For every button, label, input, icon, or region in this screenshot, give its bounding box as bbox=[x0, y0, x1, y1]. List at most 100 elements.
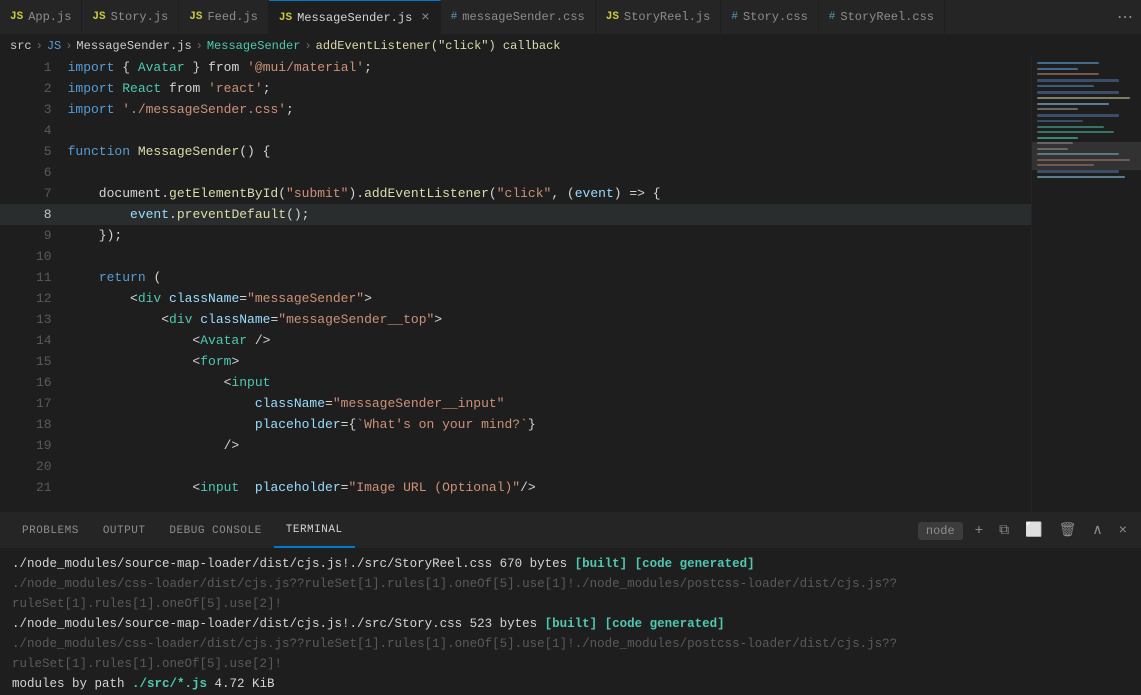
line-number: 9 bbox=[0, 225, 68, 246]
breadcrumb-js: JS bbox=[47, 39, 61, 53]
trash-icon[interactable]: 🗑 bbox=[1055, 520, 1081, 541]
table-row: 14 <Avatar /> bbox=[0, 330, 1031, 351]
table-row: 8 event.preventDefault(); bbox=[0, 204, 1031, 225]
js-icon: JS bbox=[10, 11, 23, 23]
hash-icon: # bbox=[451, 11, 458, 23]
tab-label: Story.js bbox=[111, 10, 169, 24]
code-editor[interactable]: 1 import { Avatar } from '@mui/material'… bbox=[0, 57, 1031, 512]
bottom-panel: PROBLEMS OUTPUT DEBUG CONSOLE TERMINAL n… bbox=[0, 512, 1141, 695]
terminal-content[interactable]: ./node_modules/source-map-loader/dist/cj… bbox=[0, 548, 1141, 695]
line-number: 5 bbox=[0, 141, 68, 162]
table-row: 6 bbox=[0, 162, 1031, 183]
table-row: 4 bbox=[0, 120, 1031, 141]
table-row: 10 bbox=[0, 246, 1031, 267]
tab-label: StoryReel.js bbox=[624, 10, 710, 24]
line-number: 17 bbox=[0, 393, 68, 414]
line-content: <Avatar /> bbox=[68, 330, 1031, 351]
tab-storyreel-css[interactable]: # StoryReel.css bbox=[819, 0, 945, 35]
line-number: 19 bbox=[0, 435, 68, 456]
tab-label: Story.css bbox=[743, 10, 808, 24]
line-content: <div className="messageSender__top"> bbox=[68, 309, 1031, 330]
breadcrumb: src › JS › MessageSender.js › MessageSen… bbox=[0, 35, 1141, 57]
table-row: 15 <form> bbox=[0, 351, 1031, 372]
line-content: event.preventDefault(); bbox=[68, 204, 1031, 225]
minimap[interactable] bbox=[1031, 57, 1141, 512]
tab-messagesender-js[interactable]: JS MessageSender.js × bbox=[269, 0, 441, 35]
js-icon: JS bbox=[189, 11, 202, 23]
tab-bar: JS App.js JS Story.js JS Feed.js JS Mess… bbox=[0, 0, 1141, 35]
line-content: }); bbox=[68, 225, 1031, 246]
line-number: 10 bbox=[0, 246, 68, 267]
tab-output[interactable]: OUTPUT bbox=[91, 513, 158, 548]
table-row: 1 import { Avatar } from '@mui/material'… bbox=[0, 57, 1031, 78]
line-content: document.getElementById("submit").addEve… bbox=[68, 183, 1031, 204]
panel-tabs: PROBLEMS OUTPUT DEBUG CONSOLE TERMINAL n… bbox=[0, 513, 1141, 548]
line-number: 12 bbox=[0, 288, 68, 309]
tab-story-js[interactable]: JS Story.js bbox=[82, 0, 179, 35]
line-number: 15 bbox=[0, 351, 68, 372]
split-terminal-button[interactable]: ⧉ bbox=[995, 521, 1013, 541]
tab-label: App.js bbox=[28, 10, 71, 24]
minimap-content bbox=[1032, 57, 1141, 512]
line-content bbox=[68, 246, 1031, 267]
line-content: function MessageSender() { bbox=[68, 141, 1031, 162]
chevron-up-icon[interactable]: ∧ bbox=[1088, 520, 1106, 541]
tab-label: Feed.js bbox=[207, 10, 257, 24]
line-number: 21 bbox=[0, 477, 68, 498]
table-row: 20 bbox=[0, 456, 1031, 477]
maximize-panel-button[interactable]: ⬜ bbox=[1021, 520, 1046, 541]
table-row: 13 <div className="messageSender__top"> bbox=[0, 309, 1031, 330]
add-terminal-button[interactable]: + bbox=[971, 521, 987, 541]
terminal-line: ./node_modules/source-map-loader/dist/cj… bbox=[12, 614, 1129, 634]
line-content: /> bbox=[68, 435, 1031, 456]
table-row: 7 document.getElementById("submit").addE… bbox=[0, 183, 1031, 204]
tab-overflow-button[interactable]: ⋯ bbox=[1109, 0, 1141, 34]
tab-label: messageSender.css bbox=[462, 10, 584, 24]
table-row: 12 <div className="messageSender"> bbox=[0, 288, 1031, 309]
js-icon: JS bbox=[279, 12, 292, 24]
tab-label: StoryReel.css bbox=[840, 10, 934, 24]
line-content: <div className="messageSender"> bbox=[68, 288, 1031, 309]
hash-icon: # bbox=[829, 11, 836, 23]
line-content: placeholder={`What's on your mind?`} bbox=[68, 414, 1031, 435]
code-table: 1 import { Avatar } from '@mui/material'… bbox=[0, 57, 1031, 498]
terminal-line: ./node_modules/css-loader/dist/cjs.js??r… bbox=[12, 574, 1129, 614]
tab-story-css[interactable]: # Story.css bbox=[721, 0, 818, 35]
table-row: 9 }); bbox=[0, 225, 1031, 246]
breadcrumb-file: MessageSender.js bbox=[76, 39, 191, 53]
line-number: 13 bbox=[0, 309, 68, 330]
tab-terminal[interactable]: TERMINAL bbox=[274, 513, 355, 548]
table-row: 19 /> bbox=[0, 435, 1031, 456]
line-content bbox=[68, 162, 1031, 183]
line-number: 18 bbox=[0, 414, 68, 435]
line-content: <input bbox=[68, 372, 1031, 393]
line-number: 3 bbox=[0, 99, 68, 120]
tab-feed-js[interactable]: JS Feed.js bbox=[179, 0, 269, 35]
tab-debug-console[interactable]: DEBUG CONSOLE bbox=[157, 513, 273, 548]
line-content: className="messageSender__input" bbox=[68, 393, 1031, 414]
line-number: 11 bbox=[0, 267, 68, 288]
tab-problems[interactable]: PROBLEMS bbox=[10, 513, 91, 548]
line-content: import React from 'react'; bbox=[68, 78, 1031, 99]
line-content: return ( bbox=[68, 267, 1031, 288]
tab-storyreel-js[interactable]: JS StoryReel.js bbox=[596, 0, 722, 35]
node-label: node bbox=[918, 522, 963, 540]
line-number: 6 bbox=[0, 162, 68, 183]
line-content: import { Avatar } from '@mui/material'; bbox=[68, 57, 1031, 78]
table-row: 5 function MessageSender() { bbox=[0, 141, 1031, 162]
hash-icon: # bbox=[731, 11, 738, 23]
tab-label: MessageSender.js bbox=[297, 11, 412, 25]
line-number: 14 bbox=[0, 330, 68, 351]
close-panel-button[interactable]: × bbox=[1115, 521, 1131, 541]
close-icon[interactable]: × bbox=[421, 11, 429, 25]
table-row: 16 <input bbox=[0, 372, 1031, 393]
tab-app-js[interactable]: JS App.js bbox=[0, 0, 82, 35]
minimap-highlight bbox=[1032, 142, 1141, 170]
line-number: 7 bbox=[0, 183, 68, 204]
line-content bbox=[68, 120, 1031, 141]
breadcrumb-class: MessageSender bbox=[207, 39, 301, 53]
table-row: 2 import React from 'react'; bbox=[0, 78, 1031, 99]
line-content: import './messageSender.css'; bbox=[68, 99, 1031, 120]
tab-messagesender-css[interactable]: # messageSender.css bbox=[441, 0, 596, 35]
table-row: 3 import './messageSender.css'; bbox=[0, 99, 1031, 120]
